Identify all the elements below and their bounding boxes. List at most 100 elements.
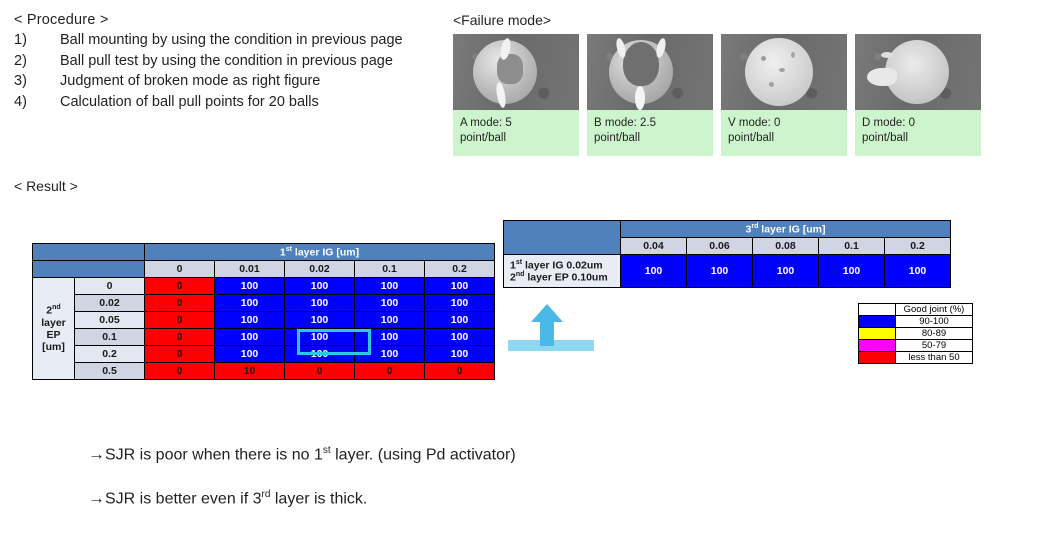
conclusions-block: →SJR is poor when there is no 1st layer.… [88, 440, 516, 529]
data-cell: 0 [354, 362, 425, 380]
col-header: 0 [144, 260, 215, 278]
data-cell: 100 [354, 277, 425, 295]
list-item: 1) Ball mounting by using the condition … [14, 30, 454, 51]
legend-row: 90-100 [858, 315, 973, 328]
col-header: 0.08 [752, 237, 819, 255]
procedure-step-text: Judgment of broken mode as right figure [60, 73, 321, 89]
right-arrow-icon: → [88, 488, 105, 508]
procedure-step-text: Ball mounting by using the condition in … [60, 32, 403, 48]
legend-label: 50-79 [895, 339, 973, 352]
right-result-table: 3rd layer IG [um] 0.04 0.06 0.08 0.1 0.2… [503, 220, 952, 288]
data-cell: 100 [284, 345, 355, 363]
legend-header: Good joint (%) [895, 303, 973, 316]
data-cell: 100 [284, 277, 355, 295]
caption-line-2: point/ball [862, 132, 909, 144]
data-cell: 100 [423, 328, 496, 346]
failure-mode-caption-v: V mode: 0 point/ball [721, 110, 847, 156]
col-group-header: 3rd layer IG [um] [619, 220, 952, 238]
flow-arrow-icon [508, 304, 600, 356]
caption-line-2: point/ball [460, 132, 507, 144]
col-header: 0.06 [686, 237, 753, 255]
corner-cell [503, 220, 621, 255]
table-row-col-headers: 0 0.01 0.02 0.1 0.2 [32, 260, 496, 278]
failure-mode-tiles: A mode: 5 point/ball B mode: 2.5 point/b… [453, 34, 981, 156]
table-row-group-header: 1st layer IG [um] [32, 243, 496, 261]
data-cell: 100 [423, 294, 496, 312]
failure-mode-title: <Failure mode> [453, 12, 552, 28]
failure-mode-block: <Failure mode> A mode: 5 point/ball B mo… [453, 12, 981, 156]
table-row-group-header: 3rd layer IG [um] [503, 220, 952, 255]
table-row: 0.2 0 100 100 100 100 [33, 345, 496, 363]
caption-line-1: D mode: 0 [862, 117, 916, 129]
col-header: 0.2 [423, 260, 496, 278]
data-cell: 100 [284, 311, 355, 329]
data-cell: 100 [214, 328, 285, 346]
data-cell: 0 [144, 311, 215, 329]
col-header: 0.04 [620, 237, 687, 255]
procedure-block: < Procedure > 1) Ball mounting by using … [14, 12, 454, 112]
procedure-step-number: 3) [14, 73, 27, 89]
data-cell: 100 [818, 254, 885, 288]
failure-mode-tile-d: D mode: 0 point/ball [855, 34, 981, 156]
data-cell: 0 [144, 277, 215, 295]
row-group-header: 2nd layer EP [um] [32, 277, 75, 380]
failure-mode-caption-d: D mode: 0 point/ball [855, 110, 981, 156]
list-item: 2) Ball pull test by using the condition… [14, 51, 454, 72]
data-cell: 100 [354, 328, 425, 346]
table-row: 1st layer IG 0.02um 2nd layer EP 0.10um … [503, 254, 952, 288]
result-heading: < Result > [14, 178, 78, 194]
data-cell: 0 [144, 294, 215, 312]
right-arrow-icon: → [88, 444, 105, 464]
failure-mode-tile-v: V mode: 0 point/ball [721, 34, 847, 156]
row-header: 0 [74, 277, 145, 295]
caption-line-1: A mode: 5 [460, 117, 512, 129]
procedure-step-text: Calculation of ball pull points for 20 b… [60, 93, 319, 110]
data-cell: 10 [214, 362, 285, 380]
corner-cell-2 [32, 260, 145, 278]
legend-row: 50-79 [858, 339, 973, 352]
procedure-step-number: 1) [14, 32, 27, 48]
row-header: 0.05 [74, 311, 145, 329]
data-cell: 100 [620, 254, 687, 288]
data-cell: 0 [144, 345, 215, 363]
data-cell: 100 [214, 277, 285, 295]
data-cell-highlighted: 100 [284, 328, 355, 346]
data-cell: 100 [214, 311, 285, 329]
failure-mode-tile-b: B mode: 2.5 point/ball [587, 34, 713, 156]
ball-photo-a-mode [453, 34, 579, 110]
caption-line-2: point/ball [594, 132, 641, 144]
caption-line-1: V mode: 0 [728, 117, 781, 129]
ball-photo-v-mode [721, 34, 847, 110]
corner-cell [32, 243, 145, 261]
legend-label: 90-100 [895, 315, 973, 328]
data-cell: 100 [423, 311, 496, 329]
data-cell: 100 [423, 277, 496, 295]
procedure-step-text: Ball pull test by using the condition in… [60, 52, 393, 69]
data-cell: 0 [423, 362, 496, 380]
caption-line-1: B mode: 2.5 [594, 117, 657, 129]
list-item: 3) Judgment of broken mode as right figu… [14, 71, 454, 92]
col-group-header: 1st layer IG [um] [143, 243, 496, 261]
data-cell: 100 [354, 311, 425, 329]
col-header: 0.2 [883, 237, 952, 255]
row-header: 0.5 [74, 362, 145, 380]
col-header: 0.02 [284, 260, 355, 278]
legend-swatch-red [858, 351, 896, 364]
data-cell: 100 [354, 345, 425, 363]
legend-swatch-blue [858, 315, 896, 328]
row-header: 1st layer IG 0.02um 2nd layer EP 0.10um [503, 254, 621, 288]
conclusion-line-2: →SJR is better even if 3rd layer is thic… [88, 488, 368, 508]
failure-mode-tile-a: A mode: 5 point/ball [453, 34, 579, 156]
table-row: 0.5 0 10 0 0 0 [33, 362, 496, 380]
data-cell: 100 [214, 294, 285, 312]
failure-mode-caption-a: A mode: 5 point/ball [453, 110, 579, 156]
legend-row: less than 50 [858, 351, 973, 364]
caption-line-2: point/ball [728, 132, 775, 144]
legend-swatch-magenta [858, 339, 896, 352]
data-cell: 0 [284, 362, 355, 380]
legend-row: Good joint (%) [858, 303, 973, 316]
legend-label: 80-89 [895, 327, 973, 340]
table-row: 0.1 0 100 100 100 100 [33, 328, 496, 346]
ball-photo-d-mode [855, 34, 981, 110]
list-item: 4) Calculation of ball pull points for 2… [14, 92, 454, 113]
